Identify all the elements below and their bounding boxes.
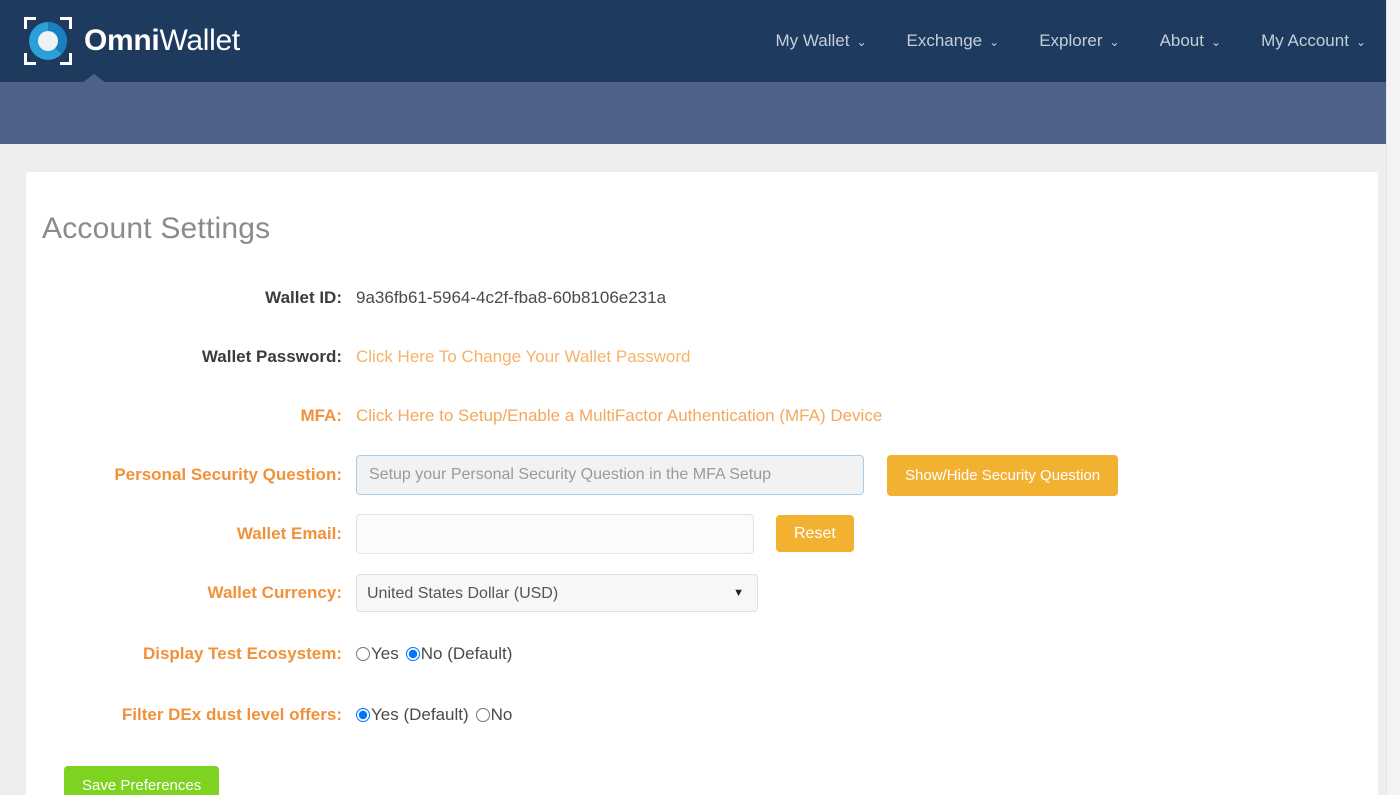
display-test-ecosystem-option-yes[interactable]: Yes <box>356 644 402 664</box>
display-test-ecosystem-radio-group: Yes No (Default) <box>356 644 515 664</box>
nav-item-my-account-label: My Account <box>1261 31 1349 50</box>
secondary-header-band <box>0 82 1400 144</box>
display-test-ecosystem-label: Display Test Ecosystem: <box>142 643 342 663</box>
brand-name-bold: Omni <box>84 24 160 57</box>
form-row-wallet-id: Wallet ID: 9a36fb61-5964-4c2f-fba8-60b81… <box>26 268 1378 327</box>
wallet-email-controls: Reset <box>356 513 1378 554</box>
filter-dex-dust-radio-yes[interactable] <box>356 708 370 722</box>
form-row-wallet-email: Wallet Email: Reset <box>26 504 1378 563</box>
wallet-currency-select-wrap: United States Dollar (USD) ▼ <box>356 574 758 612</box>
filter-dex-dust-radio-group: Yes (Default) No <box>356 705 515 725</box>
wallet-id-value: 9a36fb61-5964-4c2f-fba8-60b8106e231a <box>356 287 667 307</box>
chevron-down-icon: ⌄ <box>989 35 1000 49</box>
personal-security-question-input[interactable] <box>356 455 864 495</box>
filter-dex-dust-radio-no[interactable] <box>475 708 490 722</box>
brand-name-light: Wallet <box>159 24 240 57</box>
nav-item-exchange-label: Exchange <box>906 31 983 50</box>
form-row-personal-security-question: Personal Security Question: Show/Hide Se… <box>26 446 1378 504</box>
form-row-mfa: MFA: Click Here to Setup/Enable a MultiF… <box>26 386 1378 446</box>
setup-mfa-link[interactable]: Click Here to Setup/Enable a MultiFactor… <box>356 406 882 426</box>
nav-item-about[interactable]: About ⌄ <box>1160 31 1222 51</box>
top-navigation-bar: OmniWallet My Wallet ⌄ Exchange ⌄ Explor… <box>0 0 1400 86</box>
chevron-down-icon: ⌄ <box>1109 35 1120 49</box>
display-test-ecosystem-option-no[interactable]: No (Default) <box>405 643 516 664</box>
mfa-link-area: Click Here to Setup/Enable a MultiFactor… <box>356 406 1378 426</box>
wallet-currency-select[interactable]: United States Dollar (USD) <box>356 574 758 612</box>
form-row-wallet-password: Wallet Password: Click Here To Change Yo… <box>26 327 1378 386</box>
wallet-id-value-area: 9a36fb61-5964-4c2f-fba8-60b8106e231a <box>356 288 1378 308</box>
wallet-password-link-area: Click Here To Change Your Wallet Passwor… <box>356 347 1378 367</box>
form-row-filter-dex-dust: Filter DEx dust level offers: Yes (Defau… <box>26 684 1378 746</box>
nav-item-explorer[interactable]: Explorer ⌄ <box>1039 31 1119 51</box>
header-pointer-triangle <box>78 74 110 86</box>
chevron-down-icon: ⌄ <box>1211 35 1222 49</box>
page-background: Account Settings Wallet ID: 9a36fb61-596… <box>0 144 1400 795</box>
display-test-ecosystem-option-no-label: No (Default) <box>420 643 513 663</box>
chevron-down-icon: ⌄ <box>1355 35 1366 49</box>
vertical-scrollbar[interactable] <box>1386 0 1400 795</box>
mfa-label: MFA: <box>300 406 342 425</box>
save-preferences-button[interactable]: Save Preferences <box>64 766 220 795</box>
wallet-currency-label: Wallet Currency: <box>207 583 342 602</box>
display-test-ecosystem-radio-yes[interactable] <box>356 646 370 661</box>
wallet-email-input[interactable] <box>356 513 754 554</box>
display-test-ecosystem-radio-no[interactable] <box>405 646 420 661</box>
nav-item-exchange[interactable]: Exchange ⌄ <box>907 31 1000 51</box>
wallet-currency-controls: United States Dollar (USD) ▼ <box>356 574 1378 612</box>
personal-security-question-label: Personal Security Question: <box>114 465 342 484</box>
filter-dex-dust-label: Filter DEx dust level offers: <box>121 705 342 724</box>
chevron-down-icon: ⌄ <box>856 35 867 49</box>
brand-logo-link[interactable]: OmniWallet <box>22 15 240 67</box>
reset-email-button[interactable]: Reset <box>776 515 854 552</box>
nav-item-my-account[interactable]: My Account ⌄ <box>1261 31 1366 51</box>
page-title: Account Settings <box>42 212 271 245</box>
filter-dex-dust-option-no-label: No <box>490 705 513 724</box>
omni-ring-logo-icon <box>22 15 74 67</box>
form-row-display-test-ecosystem: Display Test Ecosystem: Yes No (Default) <box>26 623 1378 684</box>
nav-item-explorer-label: Explorer <box>1039 31 1103 50</box>
nav-item-my-wallet[interactable]: My Wallet ⌄ <box>775 31 866 51</box>
wallet-email-label: Wallet Email: <box>236 523 342 543</box>
nav-item-my-wallet-label: My Wallet <box>775 31 850 50</box>
brand-name: OmniWallet <box>84 24 240 58</box>
wallet-password-label: Wallet Password: <box>201 346 342 366</box>
wallet-id-label: Wallet ID: <box>265 287 342 307</box>
display-test-ecosystem-option-yes-label: Yes <box>371 643 399 663</box>
filter-dex-dust-option-yes-label: Yes (Default) <box>371 705 469 724</box>
personal-security-question-controls: Show/Hide Security Question <box>356 454 1378 496</box>
account-settings-card: Account Settings Wallet ID: 9a36fb61-596… <box>26 172 1378 795</box>
change-wallet-password-link[interactable]: Click Here To Change Your Wallet Passwor… <box>356 347 691 367</box>
filter-dex-dust-option-no[interactable]: No <box>475 705 516 725</box>
form-row-wallet-currency: Wallet Currency: United States Dollar (U… <box>26 563 1378 623</box>
nav-menu: My Wallet ⌄ Exchange ⌄ Explorer ⌄ About … <box>775 31 1376 51</box>
show-hide-security-question-button[interactable]: Show/Hide Security Question <box>887 454 1119 496</box>
nav-item-about-label: About <box>1159 31 1204 50</box>
filter-dex-dust-option-yes[interactable]: Yes (Default) <box>356 705 472 725</box>
filter-dex-dust-controls: Yes (Default) No <box>356 705 1378 725</box>
display-test-ecosystem-controls: Yes No (Default) <box>356 644 1378 664</box>
